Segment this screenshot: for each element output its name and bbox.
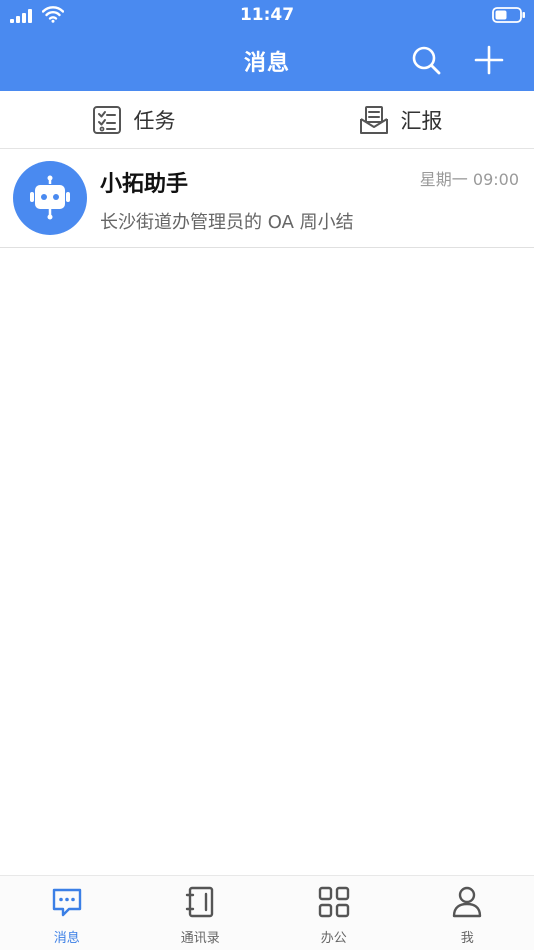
task-shortcut[interactable]: 任务 <box>0 91 267 149</box>
contacts-book-icon <box>186 886 214 918</box>
search-button[interactable] <box>410 44 442 76</box>
message-preview: 长沙街道办管理员的 OA 周小结 <box>100 212 354 233</box>
message-time: 星期一 09:00 <box>419 170 519 189</box>
robot-icon <box>30 175 70 220</box>
add-button[interactable] <box>473 44 505 76</box>
messages-screen: 11:47 消息 任务 汇报 小拓助手 星期一 09:00 长沙街道办管理员的 … <box>0 0 534 950</box>
report-icon <box>359 106 388 134</box>
tab-label: 我 <box>460 931 474 946</box>
header: 11:47 消息 <box>0 0 534 91</box>
tab-label: 通讯录 <box>180 931 220 946</box>
status-time: 11:47 <box>239 5 295 25</box>
tab-label: 消息 <box>53 931 80 946</box>
tab-contacts[interactable]: 通讯录 <box>134 876 268 950</box>
checklist-icon <box>92 106 121 134</box>
nav-bar: 消息 <box>0 30 534 91</box>
avatar <box>13 161 87 235</box>
shortcut-bar: 任务 汇报 <box>0 91 534 149</box>
battery-icon <box>492 7 525 23</box>
report-label: 汇报 <box>400 109 443 133</box>
apps-grid-icon <box>318 886 349 918</box>
tab-bar: 消息 通讯录 办公 我 <box>0 875 534 950</box>
task-label: 任务 <box>133 109 176 133</box>
message-title: 小拓助手 <box>100 172 189 197</box>
tab-office[interactable]: 办公 <box>267 876 401 950</box>
report-shortcut[interactable]: 汇报 <box>267 91 534 149</box>
tab-me[interactable]: 我 <box>401 876 534 950</box>
plus-icon <box>474 45 504 75</box>
person-icon <box>453 886 482 918</box>
status-bar: 11:47 <box>0 0 534 30</box>
tab-label: 办公 <box>320 931 347 946</box>
message-item[interactable]: 小拓助手 星期一 09:00 长沙街道办管理员的 OA 周小结 <box>0 150 534 248</box>
search-icon <box>412 46 441 75</box>
page-title: 消息 <box>243 51 290 76</box>
tab-messages[interactable]: 消息 <box>0 876 134 950</box>
chat-icon <box>52 888 81 917</box>
